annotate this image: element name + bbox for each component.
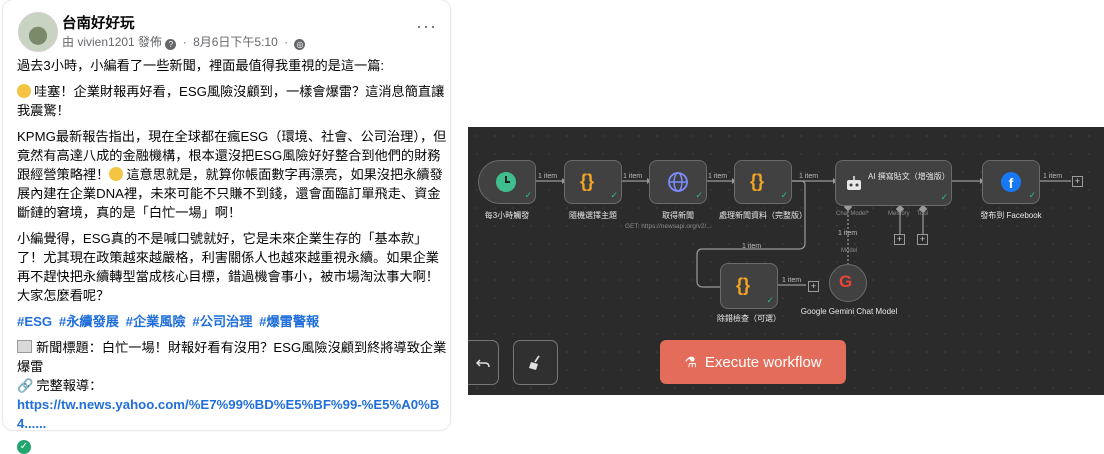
broom-icon — [528, 355, 540, 370]
node-label: AI 撰寫貼文（增強版） — [868, 172, 950, 181]
success-icon: ✓ — [940, 192, 948, 202]
success-icon: ✓ — [766, 295, 774, 305]
clock-icon — [496, 172, 516, 192]
node-label: 發布到 Facebook — [980, 211, 1042, 220]
post-paragraph: 哇塞！企業財報再好看，ESG風險沒顧到，一樣會爆雷？這消息簡直讓我震驚！ — [17, 84, 445, 118]
hashtags: #ESG #永續發展 #企業風險 #公司治理 #爆雷警報 — [17, 312, 447, 331]
shocked-emoji-icon — [17, 84, 31, 98]
info-icon: ? — [165, 39, 177, 50]
article-link[interactable]: https://tw.news.yahoo.com/%E7%99%BD%E5%B… — [17, 395, 447, 433]
success-icon: ✓ — [780, 190, 788, 200]
globe-icon: ◎ — [294, 39, 306, 50]
byline: 由 vivien1201 發佈 — [62, 35, 163, 49]
facebook-node[interactable]: f ✓ — [982, 160, 1040, 204]
add-memory-button[interactable]: + — [894, 234, 905, 245]
clean-up-button[interactable] — [513, 340, 558, 385]
node-label: 除錯檢查（可選） — [717, 314, 781, 323]
success-icon: ✓ — [610, 190, 618, 200]
code-node-process[interactable]: {} ✓ — [734, 160, 792, 204]
port-label: Memory — [888, 211, 910, 217]
hashtag[interactable]: #公司治理 — [192, 314, 252, 329]
node-label: 處理新聞資料（完整版） — [719, 211, 807, 220]
link-icon: 🔗 — [17, 378, 34, 393]
post-body: 過去3小時，小編看了一些新聞，裡面最值得我重視的是這一篇: 哇塞！企業財報再好看… — [17, 56, 447, 454]
item-count: 1 item — [623, 173, 643, 180]
execute-workflow-button[interactable]: ⚗ Execute workflow — [660, 340, 846, 384]
port-label: Model — [841, 248, 858, 254]
code-braces-icon: {} — [750, 171, 765, 191]
node-label: Google Gemini Chat Model — [800, 307, 898, 316]
success-icon: ✓ — [695, 190, 703, 200]
port-label: Chat Model* — [836, 211, 870, 217]
gemini-model-node[interactable]: G — [829, 264, 867, 302]
undo-icon — [476, 358, 490, 367]
post-meta: 由 vivien1201 發佈 ? · 8月6日下午5:10 · ◎ — [62, 33, 306, 50]
newspaper-icon — [17, 340, 32, 353]
google-icon: G — [839, 272, 853, 291]
more-options-icon[interactable]: ··· — [416, 16, 437, 37]
hashtag[interactable]: #ESG — [17, 314, 52, 329]
workflow-canvas[interactable]: ✓ 每3小時觸發 1 item {} ✓ 隨機選擇主題 1 item ✓ 取得新… — [468, 127, 1104, 395]
flask-icon: ⚗ — [684, 353, 697, 370]
check-icon: ✓ — [17, 440, 31, 454]
avatar[interactable] — [18, 12, 58, 52]
page-name[interactable]: 台南好好玩 — [62, 12, 135, 33]
post-paragraph: KPMG最新報告指出，現在全球都在瘋ESG（環境、社會、公司治理），但竟然有高達… — [17, 129, 447, 220]
facebook-post-panel: 台南好好玩 由 vivien1201 發佈 ? · 8月6日下午5:10 · ◎… — [0, 0, 452, 454]
item-count: 1 item — [708, 173, 728, 180]
item-count: 1 item — [1043, 173, 1063, 180]
add-tool-button[interactable]: + — [917, 234, 928, 245]
success-icon: ✓ — [1028, 190, 1036, 200]
hashtag[interactable]: #企業風險 — [126, 314, 186, 329]
globe-icon — [668, 172, 688, 192]
item-count: 1 item — [538, 173, 558, 180]
add-node-button[interactable]: + — [808, 281, 819, 292]
code-node-random[interactable]: {} ✓ — [564, 160, 622, 204]
item-count: 1 item — [782, 277, 802, 284]
code-braces-icon: {} — [580, 171, 595, 191]
robot-icon — [847, 176, 861, 190]
news-title: 新聞標題：白忙一場！財報好看有沒用？ESG風險沒顧到終將導致企業爆雷 — [17, 340, 447, 374]
post-paragraph: 過去3小時，小編看了一些新聞，裡面最值得我重視的是這一篇: — [17, 58, 385, 73]
code-node-dedupe[interactable]: {} ✓ — [720, 263, 778, 309]
hashtag[interactable]: #爆雷警報 — [259, 314, 319, 329]
node-subtitle: GET: https://newsapi.org/v2/... — [625, 223, 712, 230]
link-line: 🔗 完整報導： — [17, 378, 103, 393]
post-paragraph: 小編覺得，ESG真的不是喊口號就好，它是未來企業生存的「基本款」了！尤其現在政策… — [17, 231, 439, 303]
http-request-node[interactable]: ✓ — [649, 160, 707, 204]
facebook-icon: f — [1001, 172, 1021, 192]
post-time[interactable]: 8月6日下午5:10 — [193, 35, 278, 49]
item-count: 1 item — [799, 173, 819, 180]
post-card: 台南好好玩 由 vivien1201 發佈 ? · 8月6日下午5:10 · ◎… — [3, 0, 450, 454]
success-icon: ✓ — [524, 190, 532, 200]
item-count: 1 item — [838, 230, 858, 237]
add-node-button[interactable]: + — [1072, 176, 1083, 187]
item-count: 1 item — [742, 243, 762, 250]
port-label: Tool — [917, 211, 929, 217]
shocked-emoji-icon — [109, 167, 124, 181]
code-braces-icon: {} — [736, 275, 751, 295]
ai-agent-node[interactable]: AI 撰寫貼文（增強版） ✓ — [835, 160, 952, 206]
hashtag[interactable]: #永續發展 — [59, 314, 119, 329]
undo-button[interactable] — [468, 340, 499, 385]
schedule-trigger-node[interactable]: ✓ — [478, 160, 536, 204]
